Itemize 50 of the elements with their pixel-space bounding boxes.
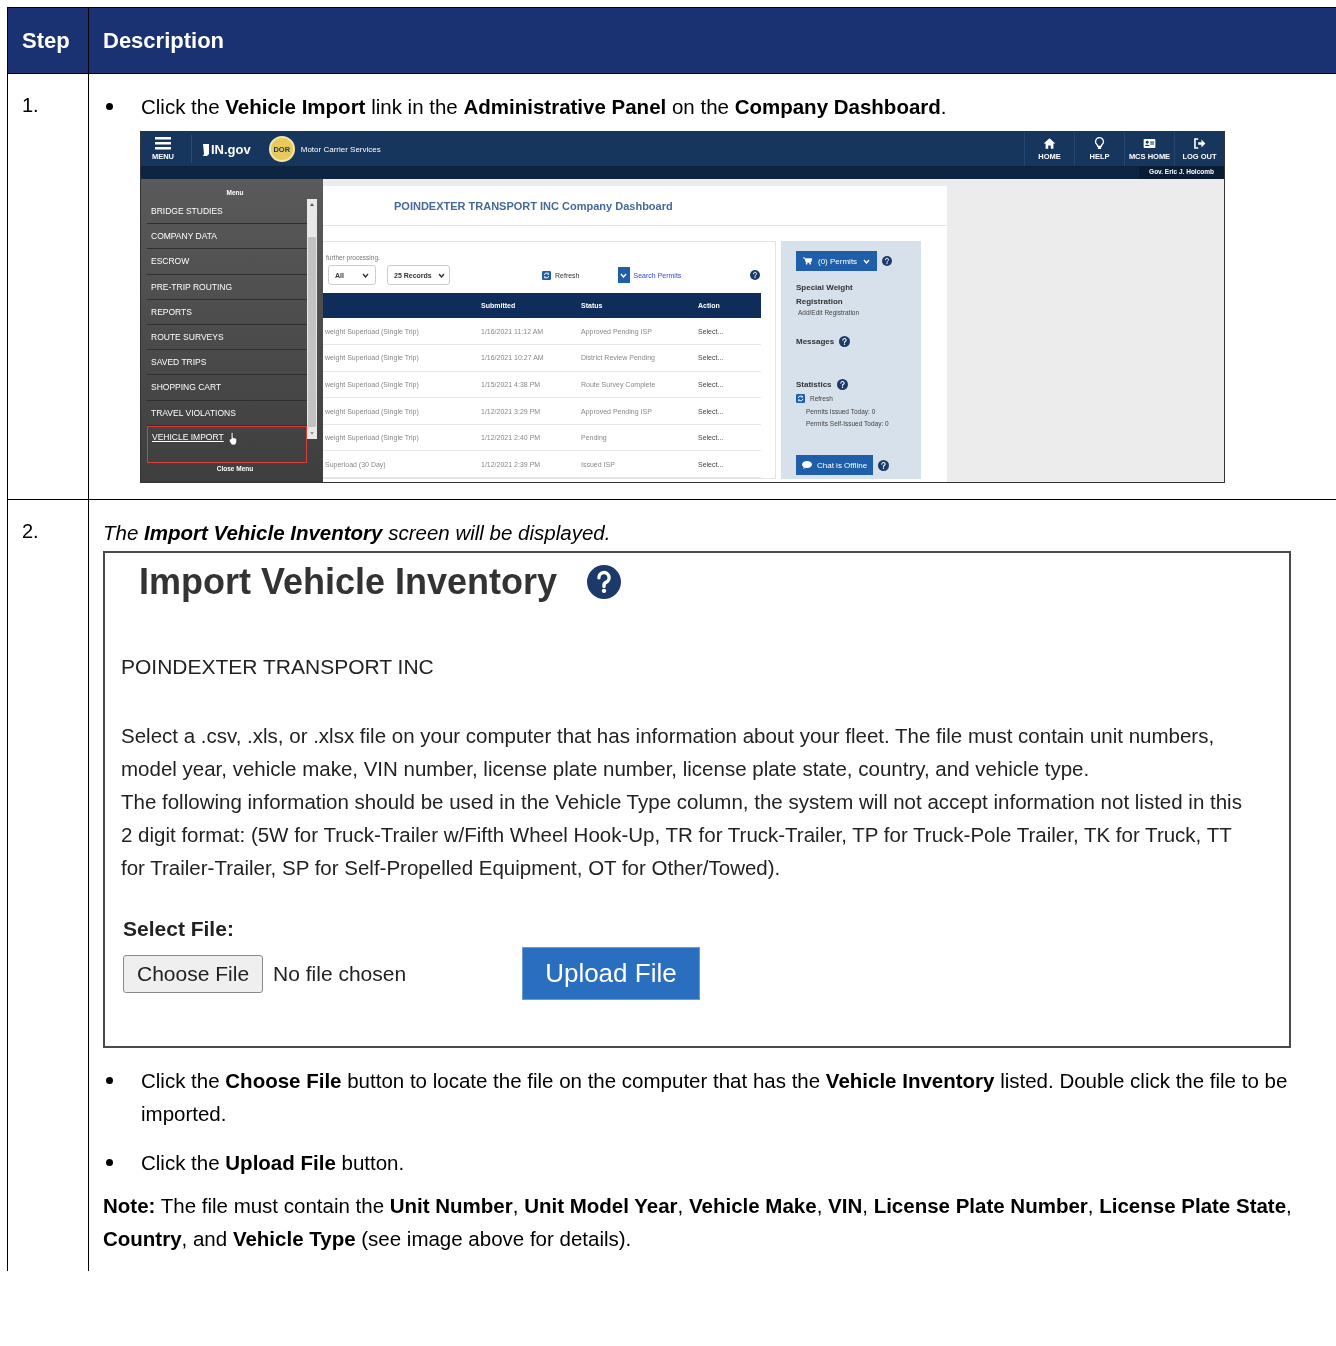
- hamburger-icon: [155, 137, 171, 150]
- help-icon[interactable]: [882, 256, 893, 266]
- instruction-text: Click the Upload File button.: [141, 1150, 405, 1176]
- cart-button[interactable]: (0) Permits: [796, 251, 878, 271]
- caret-icon: [437, 272, 445, 278]
- company-name: POINDEXTER TRANSPORT INC: [121, 655, 435, 679]
- chat-bubble-icon: [802, 461, 812, 469]
- column-header: Step: [8, 8, 89, 74]
- state-outline-icon: [202, 142, 210, 156]
- refresh-icon: [542, 270, 551, 280]
- section-heading: Statistics: [796, 380, 832, 389]
- caret-icon: [863, 258, 871, 264]
- upload-file-button[interactable]: Upload File: [522, 947, 700, 1000]
- chat-button[interactable]: Chat is Offline: [796, 455, 874, 475]
- caret-icon: [362, 272, 369, 278]
- lightbulb-icon: [1093, 137, 1106, 150]
- caret-icon: [620, 272, 627, 278]
- choose-file-button[interactable]: Choose File: [123, 954, 264, 993]
- instruction-text: Click the Vehicle Import link in the Administrative Panel on the Company Dashboard.: [141, 94, 947, 120]
- step-number: 1.: [8, 74, 89, 500]
- help-icon[interactable]: [750, 270, 760, 280]
- file-status-text: No file chosen: [273, 961, 407, 986]
- section-heading: Messages: [796, 337, 835, 346]
- bullet-icon: [106, 103, 113, 110]
- bullet-icon: [106, 1159, 113, 1166]
- instructions-text: The following information should be used in the Vehicle Type column, the system will not accept information not listed in this 2 digit format: (5W for Truck-Trailer w/Fifth Wheel Hook-Up, TR for Truck-Trailer, TP for Truck-Pole Trailer, TK for Truck, TT for Trailer-Trailer, SP for Self-Propelled Equipment, OT for Other/Towed).: [121, 789, 1243, 881]
- note-text: Note: The file must contain the Unit Number, Unit Model Year, Vehicle Make, VIN, License Plate Number, License Plate State, Country, and Vehicle Type (see image above for details).: [103, 1193, 1293, 1252]
- id-card-icon: [1143, 137, 1156, 150]
- caption-text: The Import Vehicle Inventory screen will be displayed.: [103, 520, 612, 546]
- column-header: Description: [89, 8, 1336, 74]
- bullet-icon: [106, 1077, 113, 1084]
- page-title: Import Vehicle Inventory: [139, 561, 558, 603]
- help-icon[interactable]: [836, 379, 848, 390]
- section-heading: Special Weight Registration: [796, 282, 854, 308]
- field-label: Select File:: [123, 917, 235, 941]
- instructions-text: Select a .csv, .xls, or .xlsx file on your computer that has information about your fleet. The file must contain unit numbers, model year, vehicle make, VIN number, license plate number, license plate state, country, and vehicle type.: [121, 723, 1216, 782]
- menu-item[interactable]: VEHICLE IMPORT: [147, 425, 307, 463]
- help-icon[interactable]: [878, 459, 890, 471]
- site-title: Motor Carrier Services: [300, 144, 381, 154]
- dashboard-title: POINDEXTER TRANSPORT INC Company Dashboard: [323, 186, 947, 226]
- cart-icon: [803, 257, 812, 265]
- site-logo-link[interactable]: IN.gov: [202, 141, 251, 157]
- step-number: 2.: [8, 500, 89, 1271]
- hand-cursor-icon: [227, 431, 238, 445]
- help-icon[interactable]: [587, 565, 622, 599]
- refresh-icon: [796, 394, 805, 403]
- exit-icon: [1193, 137, 1206, 150]
- instruction-text: Click the Choose File button to locate the file on the computer that has the Vehicle Inventory listed. Double click the file to be imported.: [141, 1068, 1289, 1127]
- home-icon: [1043, 137, 1056, 150]
- help-icon[interactable]: [839, 336, 851, 347]
